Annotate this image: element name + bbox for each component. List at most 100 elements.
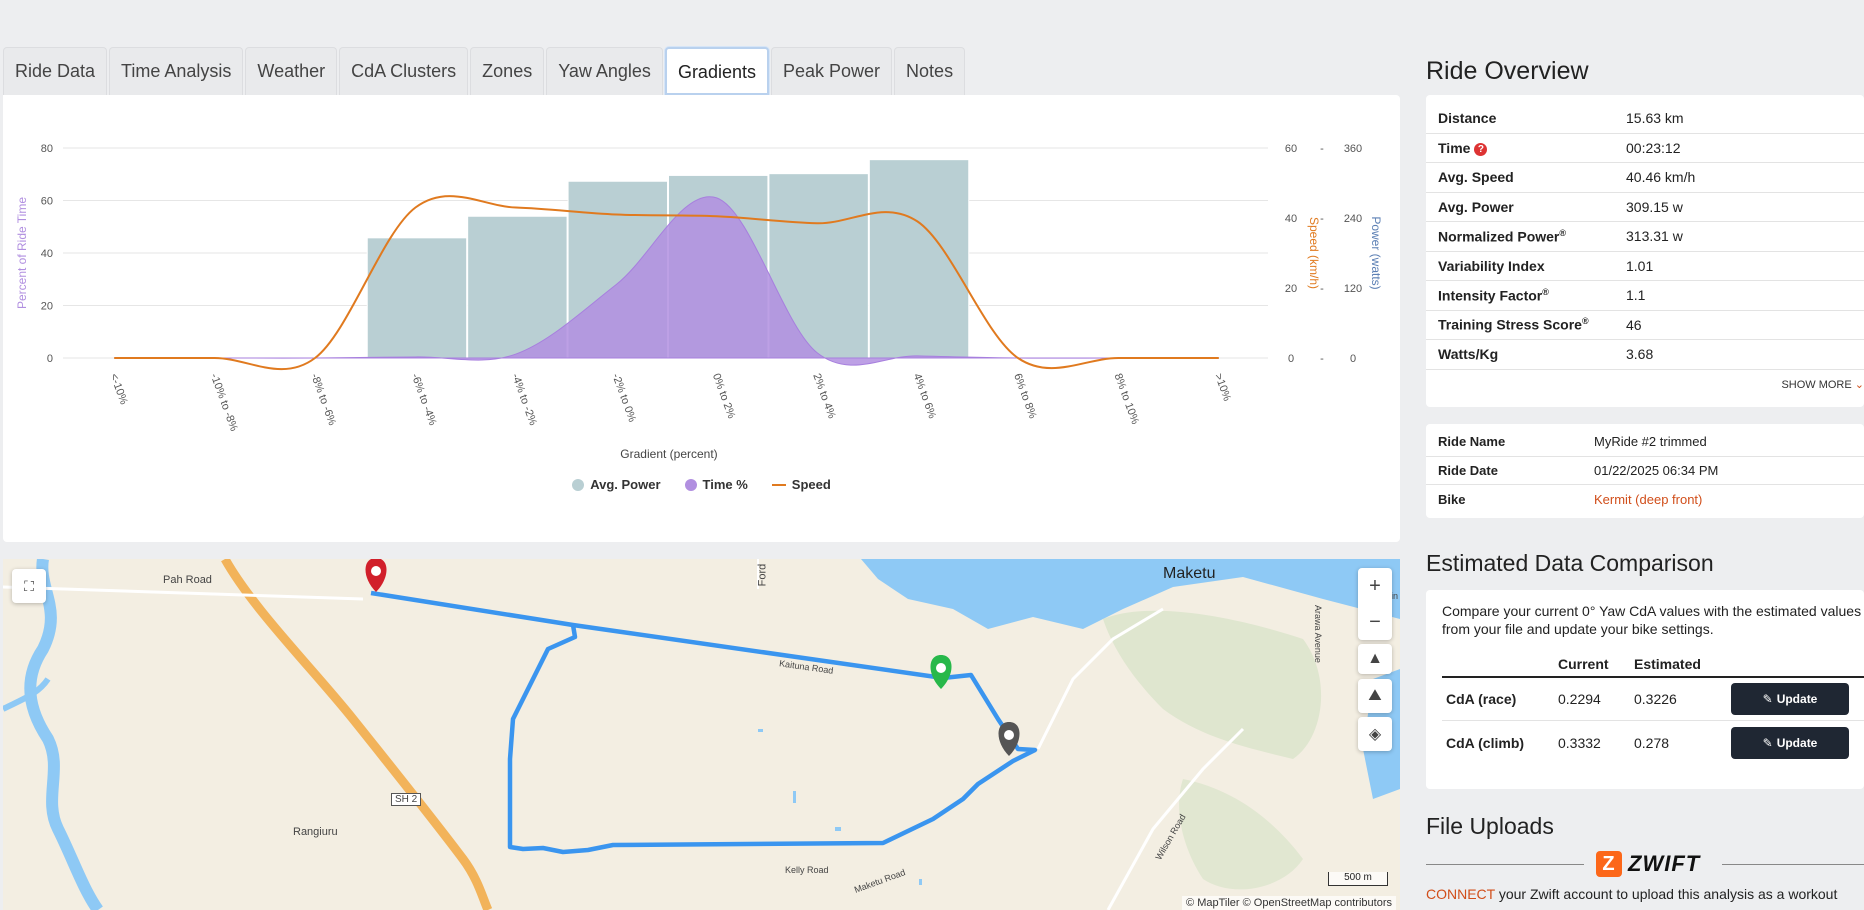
overview-row-time: Time? 00:23:12	[1426, 134, 1864, 163]
overview-value: 1.1	[1626, 287, 1646, 304]
update-cda-race-button[interactable]: ✎ Update	[1731, 683, 1849, 715]
terrain-icon[interactable]: ⛰	[1358, 679, 1392, 713]
bike-link[interactable]: Kermit (deep front)	[1594, 492, 1702, 507]
legend-avg-power[interactable]: Avg. Power	[572, 477, 661, 492]
y-tick-left: 20	[41, 301, 53, 313]
map-start-marker	[365, 559, 387, 592]
update-cda-climb-button[interactable]: ✎ Update	[1731, 726, 1849, 759]
overview-row-tss: Training Stress Score® 46	[1426, 311, 1864, 340]
gradient-chart-card: 0 20 40 60 80 0 20 40 60 0-120-240-360- Percent of…	[3, 95, 1400, 542]
overview-label-text: Normalized Power	[1438, 228, 1560, 245]
overview-label: Intensity Factor®	[1426, 287, 1626, 304]
header-current: Current	[1558, 656, 1609, 672]
bike-row: Bike Kermit (deep front)	[1426, 485, 1864, 514]
map-label-kelly-road: Kelly Road	[785, 865, 829, 875]
map-attribution[interactable]: © MapTiler © OpenStreetMap contributors	[1182, 896, 1396, 910]
ride-map[interactable]: Pah Road Ford Maketu Rangiuru SH 2 Kaitu…	[3, 559, 1400, 910]
tab-weather[interactable]: Weather	[245, 47, 338, 95]
overview-label: Distance	[1438, 110, 1497, 127]
overview-label-text: Time	[1438, 139, 1471, 156]
map-green-patch-2	[1179, 779, 1303, 890]
registered-mark: ®	[1542, 286, 1549, 297]
map-pond-4	[919, 879, 922, 885]
overview-value: 1.01	[1626, 257, 1654, 274]
cda-climb-current: 0.3332	[1558, 734, 1601, 751]
comparison-title: Estimated Data Comparison	[1426, 550, 1714, 576]
tab-cda-clusters[interactable]: CdA Clusters	[339, 47, 469, 95]
gradient-chart: 02040608002040600-120-240-360-Percent of…	[15, 143, 1383, 461]
legend-speed-swatch	[771, 483, 786, 486]
zwift-connect-text: CONNECT your Zwift account to upload thi…	[1426, 886, 1837, 902]
map-label-sh2: SH 2	[391, 793, 422, 806]
x-tick-label: -2% to 0%	[609, 372, 638, 424]
legend-speed[interactable]: Speed	[771, 477, 831, 492]
chevron-down-icon: ⌄	[1854, 379, 1864, 391]
map-pond-2	[835, 827, 841, 831]
y-axis-title-left: Percent of Ride Time	[15, 197, 29, 309]
help-icon[interactable]: ?	[1474, 142, 1488, 156]
overview-value: 15.63 km	[1626, 110, 1684, 127]
analysis-tabs: Ride Data Time Analysis Weather CdA Clus…	[3, 47, 967, 95]
map-route-line	[370, 590, 1038, 855]
map-pond-3	[758, 729, 763, 732]
overview-row-watts-kg: Watts/Kg 3.68	[1426, 340, 1864, 370]
divider-line-left	[1426, 864, 1584, 865]
compass-icon[interactable]: ▲	[1358, 644, 1392, 674]
x-tick-label: 6% to 8%	[1011, 372, 1038, 421]
y-tick-separator: -	[1320, 353, 1324, 365]
bar-avg-power	[366, 237, 468, 359]
x-tick-label: -4% to -2%	[509, 372, 539, 427]
zwift-connect-description: your Zwift account to upload this analys…	[1498, 886, 1838, 902]
y-tick-speed: 0	[1288, 353, 1294, 365]
overview-row-intensity-factor: Intensity Factor® 1.1	[1426, 281, 1864, 311]
zwift-divider: Z ZWIFT	[1426, 851, 1864, 877]
overview-value: 313.31 w	[1626, 228, 1683, 245]
tab-notes[interactable]: Notes	[894, 47, 966, 95]
file-uploads-title: File Uploads	[1426, 813, 1554, 839]
header-blank	[1442, 656, 1558, 676]
tab-yaw-angles[interactable]: Yaw Angles	[546, 47, 663, 95]
tab-ride-data[interactable]: Ride Data	[3, 47, 108, 95]
cda-race-current: 0.2294	[1558, 691, 1601, 707]
divider-line-right	[1722, 864, 1864, 865]
zwift-connect-link[interactable]: CONNECT	[1426, 886, 1495, 902]
tab-gradients[interactable]: Gradients	[664, 47, 769, 95]
tab-zones[interactable]: Zones	[470, 47, 545, 95]
overview-row-distance: Distance 15.63 km	[1426, 104, 1864, 134]
map-green-patch-1	[1103, 610, 1322, 759]
legend-time-pct-swatch	[684, 478, 697, 491]
zoom-out-button[interactable]: −	[1369, 604, 1381, 640]
header-estimated: Estimated	[1634, 656, 1701, 672]
map-finish-marker	[930, 655, 952, 689]
ride-date-value: 01/22/2025 06:34 PM	[1594, 462, 1719, 478]
map-label-pah-road: Pah Road	[163, 574, 212, 586]
overview-label: Time?	[1426, 140, 1626, 156]
y-tick-separator: -	[1320, 143, 1324, 155]
tab-peak-power[interactable]: Peak Power	[770, 47, 893, 95]
tab-time-analysis[interactable]: Time Analysis	[109, 47, 244, 95]
chart-legend: Avg. Power Time % Speed	[3, 477, 1400, 492]
cda-climb-label: CdA (climb)	[1446, 734, 1525, 751]
fullscreen-button[interactable]: ⛶	[12, 569, 46, 603]
x-tick-label: -10% to -8%	[208, 372, 240, 433]
y-tick-left: 60	[41, 196, 53, 208]
cda-climb-estimated: 0.278	[1634, 734, 1670, 751]
x-tick-label: 2% to 4%	[810, 372, 837, 421]
comparison-table-header: Current Estimated	[1442, 656, 1864, 678]
cda-race-estimated: 0.3226	[1634, 691, 1677, 707]
y-tick-left: 0	[47, 353, 53, 365]
map-label-rangiuru: Rangiuru	[293, 826, 338, 838]
overview-row-variability-index: Variability Index 1.01	[1426, 252, 1864, 281]
map-scale: 500 m	[1328, 872, 1388, 886]
show-more-button[interactable]: SHOW MORE ⌄	[1781, 378, 1864, 391]
map-river	[24, 559, 103, 910]
layers-icon[interactable]: ◈	[1358, 717, 1392, 751]
ride-name-label: Ride Name	[1438, 434, 1506, 450]
zoom-in-button[interactable]: +	[1369, 568, 1381, 604]
x-tick-label: 8% to 10%	[1112, 372, 1142, 426]
map-position-marker	[998, 722, 1020, 756]
ride-name-value: MyRide #2 trimmed	[1594, 434, 1707, 450]
legend-time-pct[interactable]: Time %	[684, 477, 748, 492]
overview-row-normalized-power: Normalized Power® 313.31 w	[1426, 222, 1864, 252]
map-label-maketu: Maketu	[1163, 565, 1216, 582]
